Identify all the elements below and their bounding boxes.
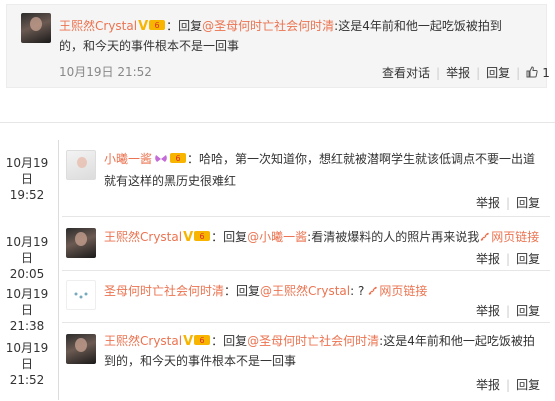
- comment-divider: [62, 216, 550, 217]
- comment-actions: 举报 | 回复: [476, 196, 541, 210]
- mention-link[interactable]: @小曦一酱: [247, 230, 307, 244]
- avatar[interactable]: [66, 228, 96, 258]
- weblink[interactable]: 网页链接: [364, 284, 427, 298]
- comment-line-1: 小曦一酱 6 ：哈哈，第一次知道你，想红就被潜啊学生就该低调点不要一出道: [104, 152, 536, 166]
- reply-link[interactable]: 回复: [516, 196, 540, 210]
- butterfly-badge-icon: [155, 155, 167, 162]
- comment-line-2: 的，和今天的事件根本不是一回事: [59, 39, 240, 53]
- section-divider: [0, 122, 555, 123]
- timeline-date: 10月19日 21:52: [5, 341, 49, 387]
- comment-timestamp: 10月19日 21:52: [59, 65, 152, 79]
- comment-line-1: 王熙然CrystalV 6 ：回复@圣母何时亡社会何时清:这是4年前和他一起吃饭被拍: [104, 334, 535, 349]
- thumbs-up-icon: [526, 66, 538, 78]
- comment-divider: [62, 322, 550, 323]
- timeline-date: 10月19日 20:05: [5, 235, 49, 281]
- username-link[interactable]: 王熙然Crystal: [104, 230, 182, 244]
- username-link[interactable]: 王熙然Crystal: [59, 19, 137, 33]
- report-link[interactable]: 举报: [476, 196, 500, 210]
- reply-link[interactable]: 回复: [516, 304, 540, 318]
- report-link[interactable]: 举报: [476, 304, 500, 318]
- report-link[interactable]: 举报: [446, 66, 470, 80]
- timeline-date: 10月19日 21:38: [5, 287, 49, 333]
- weblink[interactable]: 网页链接: [479, 230, 539, 244]
- username-link[interactable]: 圣母何时亡社会何时清: [104, 284, 224, 298]
- link-icon: [369, 286, 378, 295]
- reply-link[interactable]: 回复: [516, 252, 540, 266]
- comment-line-1: 王熙然CrystalV 6 ：回复@圣母何时亡社会何时清:这是4年前和他一起吃饭被拍…: [59, 19, 502, 34]
- timeline-date: 10月19日 19:52: [5, 156, 49, 202]
- report-link[interactable]: 举报: [476, 252, 500, 266]
- reply-link[interactable]: 回复: [486, 66, 510, 80]
- mention-link[interactable]: @王熙然Crystal: [260, 284, 350, 298]
- comment-actions: 举报 | 回复: [476, 252, 541, 266]
- comment-actions: 举报 | 回复: [476, 304, 541, 318]
- username-link[interactable]: 王熙然Crystal: [104, 334, 182, 348]
- reply-link[interactable]: 回复: [516, 378, 540, 392]
- svg-text:6: 6: [175, 154, 180, 163]
- username-link[interactable]: 小曦一酱: [104, 152, 152, 166]
- timeline-line: [58, 140, 59, 400]
- member-badge-icon: 6: [149, 20, 166, 30]
- verified-v-icon: V: [183, 230, 194, 245]
- member-badge-icon: 6: [194, 335, 211, 345]
- svg-text:6: 6: [200, 232, 205, 241]
- comment-line-2: 就有这样的黑历史很难红: [104, 174, 237, 188]
- comment-line-1: 圣母何时亡社会何时清：回复@王熙然Crystal: ? 网页链接: [104, 284, 428, 298]
- view-conversation-link[interactable]: 查看对话: [382, 66, 430, 80]
- report-link[interactable]: 举报: [476, 378, 500, 392]
- comment-divider: [62, 270, 550, 271]
- comment-line-2: 到的，和今天的事件根本不是一回事: [104, 354, 297, 368]
- verified-v-icon: V: [138, 19, 149, 34]
- mention-link[interactable]: @圣母何时亡社会何时清: [202, 19, 334, 33]
- avatar[interactable]: [66, 150, 96, 180]
- top-comment-card: 王熙然CrystalV 6 ：回复@圣母何时亡社会何时清:这是4年前和他一起吃饭被拍…: [6, 4, 550, 88]
- svg-text:6: 6: [155, 21, 160, 30]
- avatar[interactable]: [66, 334, 96, 364]
- mention-link[interactable]: @圣母何时亡社会何时清: [247, 334, 379, 348]
- avatar-dots-icon: [74, 292, 88, 299]
- verified-v-icon: V: [183, 334, 194, 349]
- link-icon: [480, 232, 489, 241]
- avatar[interactable]: [66, 280, 96, 310]
- member-badge-icon: 6: [170, 153, 187, 163]
- like-button[interactable]: 1: [526, 66, 550, 80]
- comment-actions: 举报 | 回复: [476, 378, 541, 392]
- like-count: 1: [542, 66, 550, 80]
- avatar[interactable]: [21, 13, 51, 43]
- member-badge-icon: 6: [194, 231, 211, 241]
- comment-line-1: 王熙然CrystalV 6 ：回复@小曦一酱:看清被爆料的人的照片再来说我 网页链接: [104, 230, 540, 245]
- svg-text:6: 6: [200, 336, 205, 345]
- comment-actions: 查看对话 | 举报 | 回复 | 1: [382, 66, 550, 80]
